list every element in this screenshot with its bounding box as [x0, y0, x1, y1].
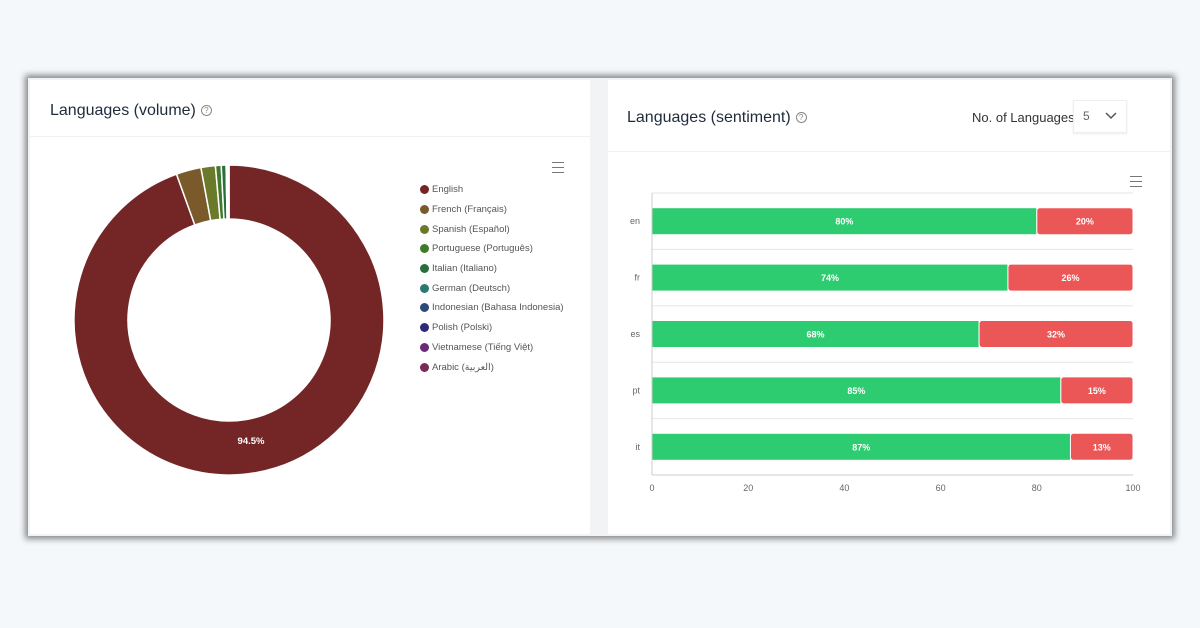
legend-label: Polish (Polski): [432, 322, 493, 334]
category-label: pt: [632, 385, 640, 395]
legend-label: Indonesian (Bahasa Indonesia): [432, 302, 564, 314]
legend-item[interactable]: Portuguese (Português): [420, 239, 564, 259]
legend-dot: [420, 205, 429, 215]
legend-label: English: [432, 184, 464, 196]
legend-label: Portuguese (Português): [432, 243, 533, 255]
bar-label: 32%: [1047, 330, 1065, 340]
legend-label: German (Deutsch): [432, 282, 511, 294]
category-label: en: [630, 216, 640, 226]
x-tick-label: 0: [649, 483, 654, 493]
bar-label: 74%: [821, 273, 839, 283]
volume-card: Languages (volume)? 94.5% English French …: [30, 80, 590, 534]
bar-chart: 80% 20% en 74% 26% fr 68% 32% es 85% 15% pt 87% 13% it…: [630, 192, 1141, 493]
legend-item[interactable]: Spanish (Español): [420, 219, 564, 239]
legend-label: French (Français): [432, 204, 507, 216]
legend: English French (Français) Spanish (Español…: [420, 180, 564, 377]
legend-dot: [420, 185, 429, 195]
bar-label: 80%: [835, 217, 853, 227]
dashboard: Languages (volume)? 94.5% English French …: [28, 78, 1172, 536]
legend-item[interactable]: Polish (Polski): [420, 318, 564, 338]
x-tick-label: 60: [936, 483, 946, 493]
x-tick-label: 100: [1125, 483, 1140, 493]
legend-label: Italian (Italiano): [432, 263, 497, 275]
legend-item[interactable]: German (Deutsch): [420, 278, 564, 298]
legend-dot: [420, 264, 429, 274]
bar-label: 20%: [1076, 217, 1094, 227]
legend-item[interactable]: French (Français): [420, 200, 564, 220]
bar-label: 26%: [1061, 273, 1079, 283]
bar-label: 85%: [847, 386, 865, 396]
legend-dot: [420, 323, 429, 333]
x-tick-label: 80: [1032, 483, 1042, 493]
legend-label: Vietnamese (Tiếng Việt): [432, 341, 534, 353]
legend-dot: [420, 362, 429, 372]
data-label: 94.5%: [238, 436, 265, 447]
category-label: fr: [635, 273, 641, 283]
legend-item[interactable]: Arabic (العربية): [420, 357, 564, 377]
legend-label: Arabic (العربية): [432, 361, 494, 373]
sentiment-card: Languages (sentiment)? No. of Languages …: [608, 80, 1170, 534]
legend-item[interactable]: Italian (Italiano): [420, 259, 564, 279]
bar-label: 87%: [852, 442, 870, 452]
legend-item[interactable]: Indonesian (Bahasa Indonesia): [420, 298, 564, 318]
legend-label: Spanish (Español): [432, 223, 510, 235]
legend-dot: [420, 244, 429, 254]
legend-dot: [420, 224, 429, 234]
bar-label: 15%: [1088, 386, 1106, 396]
x-tick-label: 40: [839, 483, 849, 493]
legend-dot: [420, 303, 429, 313]
category-label: it: [636, 442, 641, 452]
category-label: es: [630, 329, 640, 339]
legend-item[interactable]: English: [420, 180, 564, 200]
bar-label: 13%: [1093, 442, 1111, 452]
bar-label: 68%: [807, 330, 825, 340]
legend-item[interactable]: Vietnamese (Tiếng Việt): [420, 338, 564, 358]
legend-dot: [420, 342, 429, 352]
legend-dot: [420, 283, 429, 293]
x-tick-label: 20: [743, 483, 753, 493]
